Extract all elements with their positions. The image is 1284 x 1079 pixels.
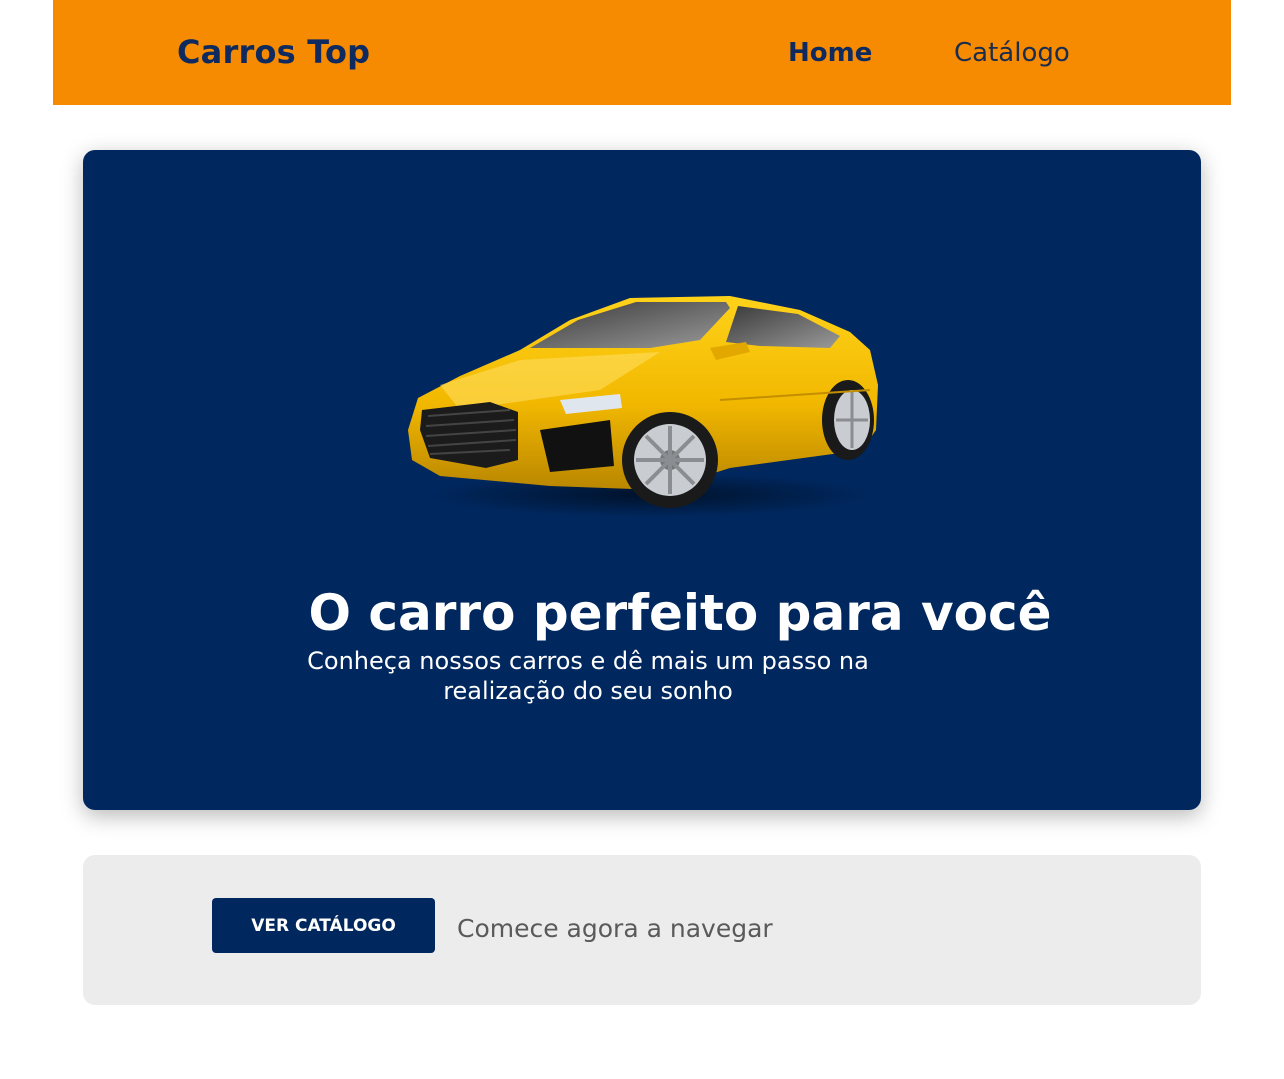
- cta-text: Comece agora a navegar: [457, 914, 773, 943]
- car-image: [408, 296, 878, 517]
- cta-bar: VER CATÁLOGO Comece agora a navegar: [83, 855, 1201, 1005]
- nav-link-home[interactable]: Home: [788, 38, 872, 68]
- brand-logo[interactable]: Carros Top: [177, 33, 370, 71]
- navbar: Carros Top Home Catálogo: [53, 0, 1231, 105]
- hero-title: O carro perfeito para você: [308, 584, 1052, 642]
- ver-catalogo-button[interactable]: VER CATÁLOGO: [212, 898, 435, 953]
- nav-link-catalog[interactable]: Catálogo: [954, 38, 1070, 68]
- hero-banner: O carro perfeito para você Conheça nosso…: [83, 150, 1201, 810]
- hero-subtitle: Conheça nossos carros e dê mais um passo…: [307, 647, 869, 705]
